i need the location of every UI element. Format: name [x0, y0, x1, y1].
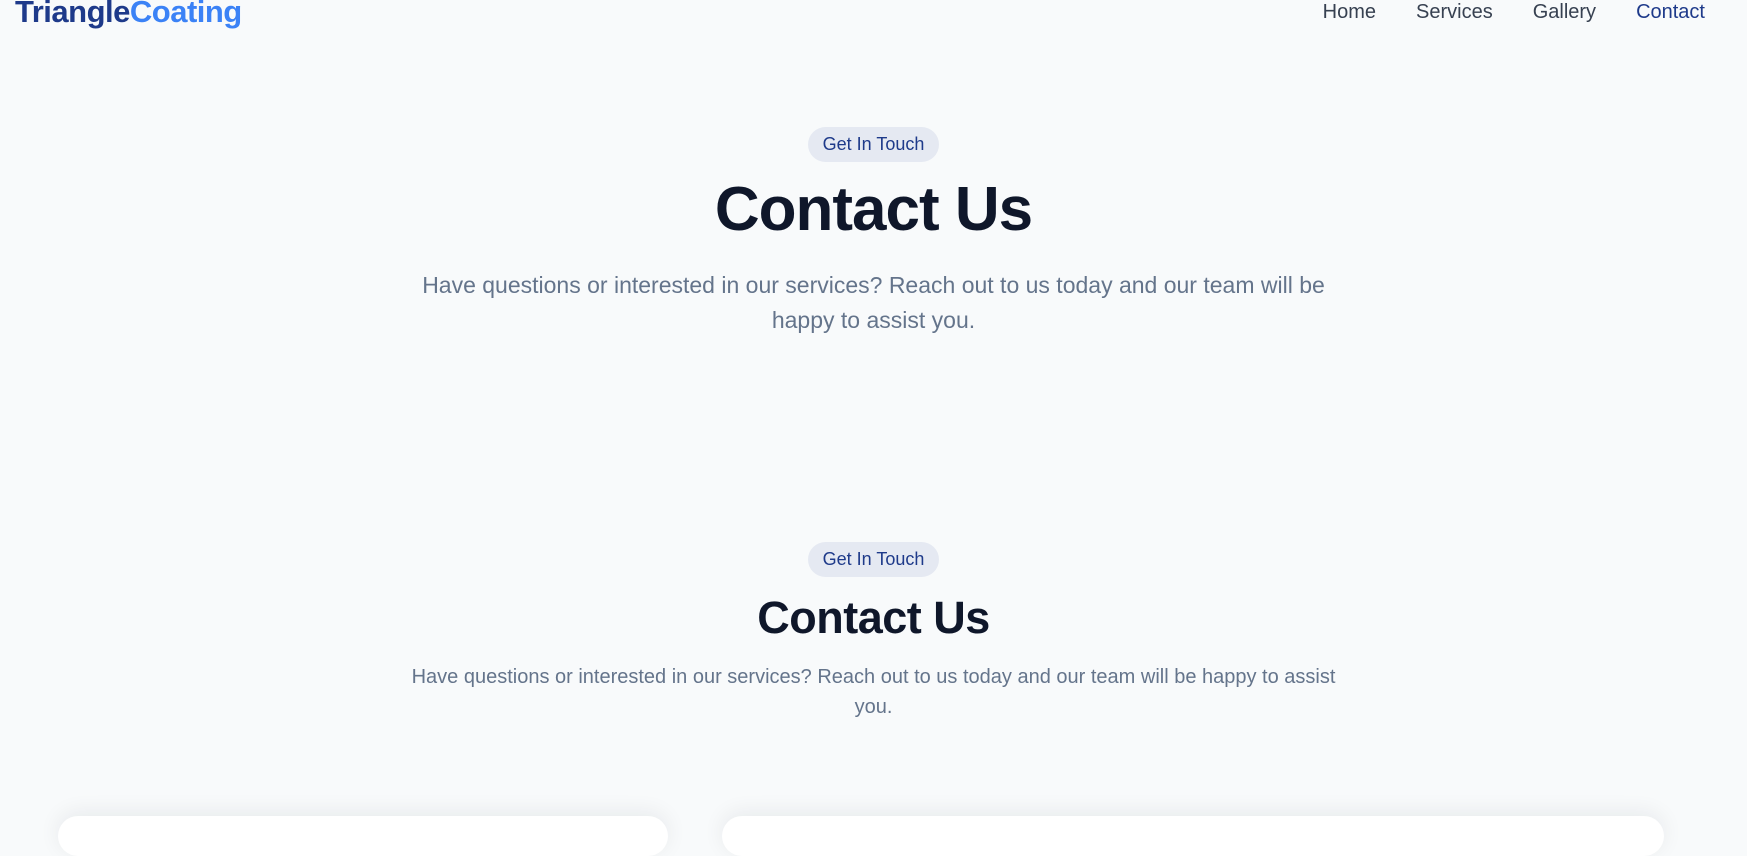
navbar: TriangleCoating Home Services Gallery Co… — [0, 0, 1747, 30]
contact-info-card — [58, 816, 668, 856]
site-logo[interactable]: TriangleCoating — [15, 0, 242, 30]
logo-text-primary: Triangle — [15, 0, 130, 29]
hero-section: Get In Touch Contact Us Have questions o… — [0, 127, 1747, 338]
nav-link-gallery[interactable]: Gallery — [1533, 1, 1596, 23]
contact-description: Have questions or interested in our serv… — [411, 666, 1336, 718]
nav-link-home[interactable]: Home — [1323, 1, 1376, 23]
main-nav: Home Services Gallery Contact — [1323, 0, 1705, 24]
nav-item-services: Services — [1416, 0, 1493, 24]
nav-item-gallery: Gallery — [1533, 0, 1596, 24]
contact-form-card — [722, 816, 1664, 856]
nav-item-contact: Contact — [1636, 0, 1705, 24]
contact-title: Contact Us — [757, 592, 990, 643]
nav-link-services[interactable]: Services — [1416, 1, 1493, 23]
hero-title: Contact Us — [714, 175, 1033, 244]
nav-link-contact[interactable]: Contact — [1636, 1, 1705, 23]
contact-badge: Get In Touch — [807, 542, 940, 577]
hero-description: Have questions or interested in our serv… — [422, 272, 1325, 333]
logo-text-accent: Coating — [129, 0, 242, 29]
contact-section: Get In Touch Contact Us Have questions o… — [0, 542, 1747, 722]
nav-item-home: Home — [1323, 0, 1376, 24]
hero-badge: Get In Touch — [807, 127, 940, 162]
